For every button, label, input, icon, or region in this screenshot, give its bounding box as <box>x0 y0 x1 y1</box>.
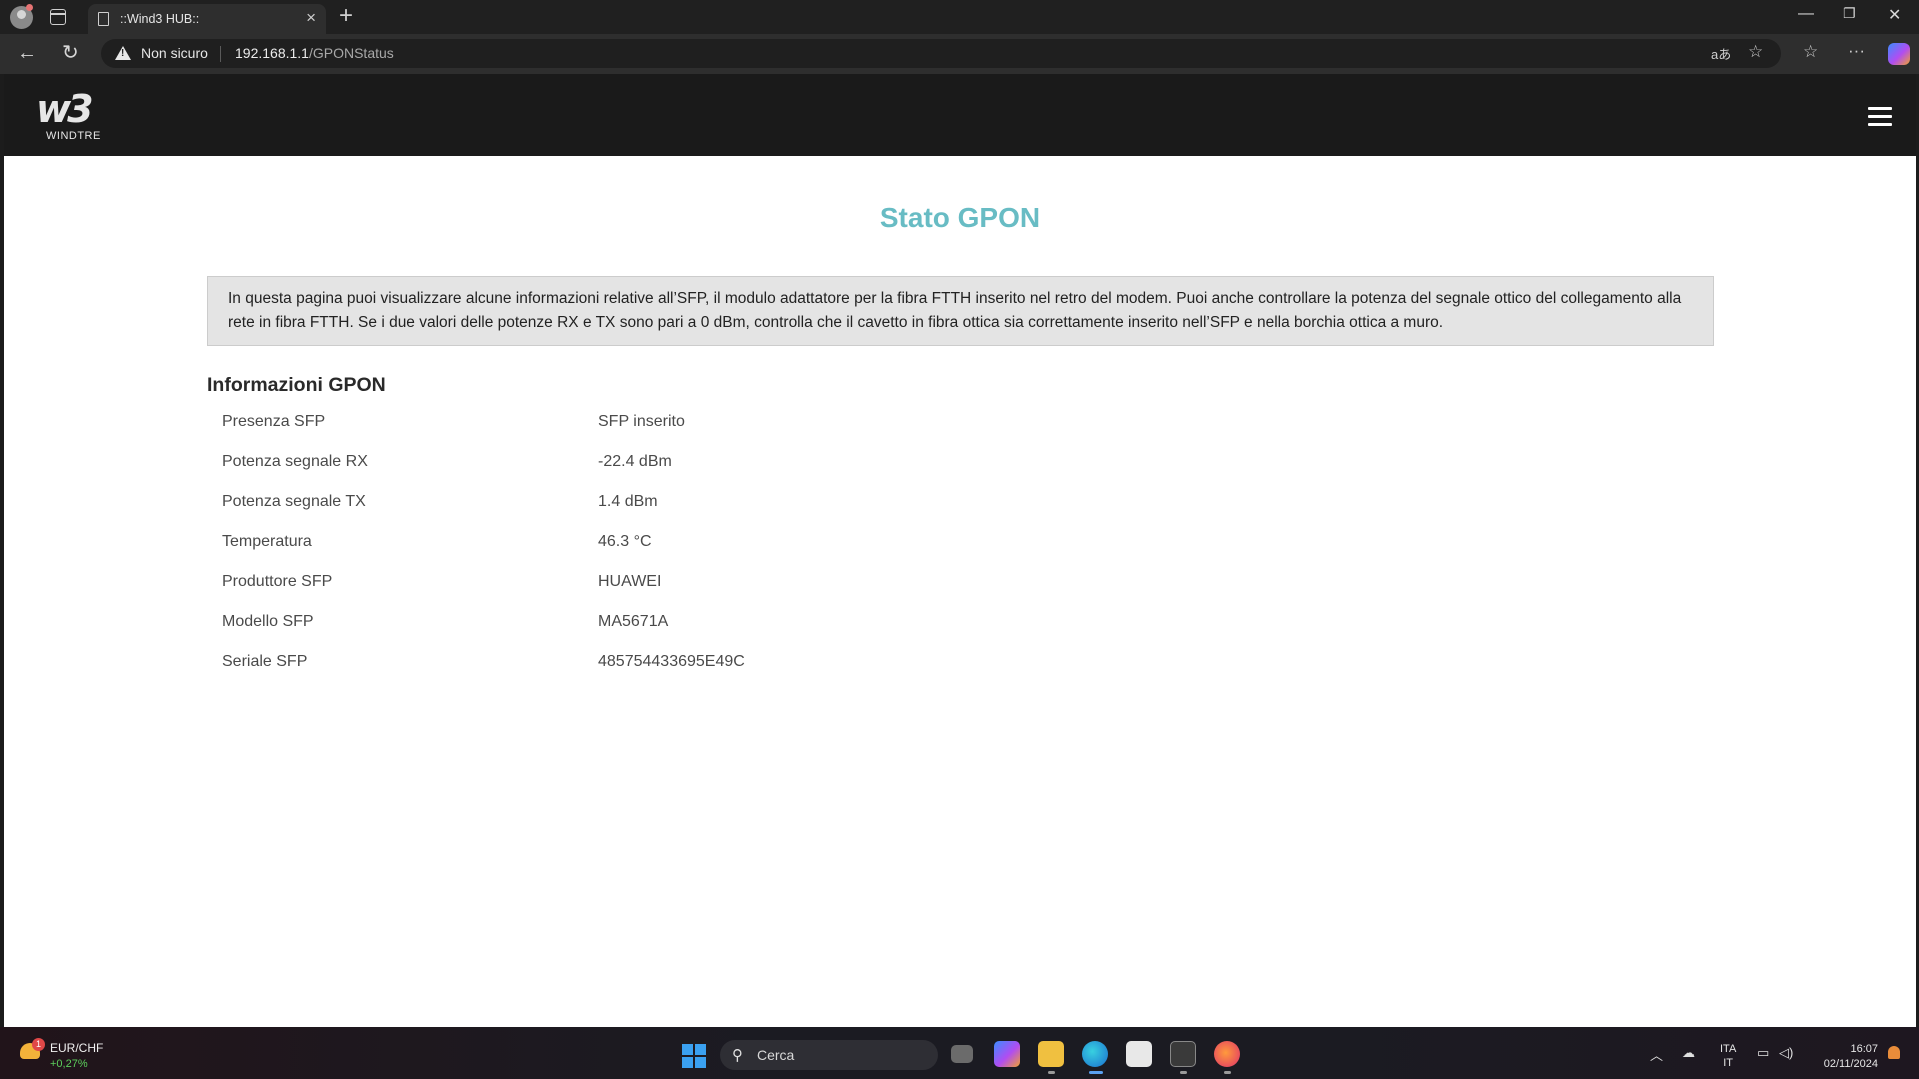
taskbar-search[interactable]: ⚲ Cerca <box>720 1040 938 1070</box>
copilot-app-icon[interactable] <box>994 1041 1020 1067</box>
favorite-star-icon[interactable]: ☆ <box>1748 42 1763 62</box>
info-label: Seriale SFP <box>222 653 308 670</box>
info-row-tx-power: Potenza segnale TX 1.4 dBm <box>207 483 1107 523</box>
widget-badge: 1 <box>32 1038 45 1051</box>
more-menu-icon[interactable]: ··· <box>1848 41 1865 61</box>
back-icon[interactable]: ← <box>17 42 37 64</box>
info-label: Temperatura <box>222 533 312 550</box>
info-row-sfp-model: Modello SFP MA5671A <box>207 603 1107 643</box>
info-value: -22.4 dBm <box>598 453 672 470</box>
volume-icon[interactable]: ◁) <box>1779 1045 1793 1061</box>
page-viewport: w3 WINDTRE Stato GPON In questa pagina p… <box>4 74 1916 1027</box>
info-row-rx-power: Potenza segnale RX -22.4 dBm <box>207 443 1107 483</box>
clock-time: 16:07 <box>1850 1043 1878 1055</box>
minimize-icon[interactable]: — <box>1798 5 1814 23</box>
browser-toolbar: ← ↻ Non sicuro 192.168.1.1/GPONStatus aあ… <box>0 34 1919 74</box>
system-clock[interactable]: 16:07 02/11/2024 <box>1808 1042 1878 1072</box>
url-text[interactable]: 192.168.1.1/GPONStatus <box>235 45 394 61</box>
refresh-icon[interactable]: ↻ <box>62 42 79 64</box>
info-value: 1.4 dBm <box>598 493 658 510</box>
section-title: Informazioni GPON <box>207 374 386 396</box>
language-top: ITA <box>1720 1043 1737 1055</box>
show-hidden-icons-chevron-icon[interactable]: ︿ <box>1650 1045 1663 1064</box>
security-label[interactable]: Non sicuro <box>141 45 208 61</box>
windows-start-icon[interactable] <box>682 1044 706 1068</box>
language-bottom: IT <box>1723 1057 1734 1069</box>
browser-tab-bar: ::Wind3 HUB:: × + — ❐ ✕ <box>0 0 1919 34</box>
notification-bell-icon[interactable] <box>1888 1046 1900 1059</box>
url-path: /GPONStatus <box>308 45 394 61</box>
info-label: Potenza segnale TX <box>222 493 366 510</box>
language-indicator[interactable]: ITA IT <box>1720 1042 1736 1070</box>
info-label: Presenza SFP <box>222 413 326 430</box>
info-box: In questa pagina puoi visualizzare alcun… <box>207 276 1714 346</box>
info-row-sfp-serial: Seriale SFP 485754433695E49C <box>207 643 1107 683</box>
address-bar[interactable]: Non sicuro 192.168.1.1/GPONStatus aあ ☆ <box>101 39 1781 68</box>
active-indicator <box>1089 1071 1103 1074</box>
terminal-app-icon[interactable] <box>1170 1041 1196 1067</box>
browser-tab[interactable]: ::Wind3 HUB:: × <box>88 4 326 34</box>
info-row-sfp-vendor: Produttore SFP HUAWEI <box>207 563 1107 603</box>
running-indicator <box>1048 1071 1055 1074</box>
windtre-logo-icon[interactable]: w3 <box>36 90 94 128</box>
page-icon <box>98 12 109 26</box>
info-label: Modello SFP <box>222 613 314 630</box>
info-value: HUAWEI <box>598 573 662 590</box>
tab-close-icon[interactable]: × <box>306 9 316 26</box>
info-row-temperature: Temperatura 46.3 °C <box>207 523 1107 563</box>
task-view-icon[interactable] <box>951 1045 973 1063</box>
store-icon[interactable] <box>1126 1041 1152 1067</box>
new-tab-icon[interactable]: + <box>339 2 353 30</box>
info-value: MA5671A <box>598 613 669 630</box>
search-icon: ⚲ <box>732 1047 743 1064</box>
hamburger-menu-icon[interactable] <box>1868 107 1892 127</box>
running-indicator <box>1224 1071 1231 1074</box>
info-label: Produttore SFP <box>222 573 333 590</box>
profile-notification-dot <box>26 4 33 11</box>
widget-change: +0,27% <box>50 1058 88 1070</box>
logo-text: WINDTRE <box>46 130 101 142</box>
info-value: 46.3 °C <box>598 533 652 550</box>
firefox-icon[interactable] <box>1214 1041 1240 1067</box>
widget-title[interactable]: EUR/CHF <box>50 1041 103 1055</box>
info-row-sfp-presence: Presenza SFP SFP inserito <box>207 403 1107 443</box>
info-value: SFP inserito <box>598 413 685 430</box>
tab-actions-icon[interactable] <box>50 9 66 25</box>
running-indicator <box>1180 1071 1187 1074</box>
site-header: w3 WINDTRE <box>4 74 1916 156</box>
taskbar: 1 EUR/CHF +0,27% ⚲ Cerca ︿ ☁ ITA IT ▭ ◁)… <box>0 1027 1919 1079</box>
page-title: Stato GPON <box>879 202 1041 233</box>
info-label: Potenza segnale RX <box>222 453 368 470</box>
info-value: 485754433695E49C <box>598 653 745 670</box>
search-placeholder: Cerca <box>757 1047 795 1063</box>
close-window-icon[interactable]: ✕ <box>1888 5 1901 25</box>
edge-browser-icon[interactable] <box>1082 1041 1108 1067</box>
file-explorer-icon[interactable] <box>1038 1041 1064 1067</box>
onedrive-icon[interactable]: ☁ <box>1682 1045 1695 1061</box>
read-aloud-icon[interactable]: aあ <box>1711 44 1731 63</box>
url-host: 192.168.1.1 <box>235 45 309 61</box>
warning-icon <box>115 46 131 60</box>
clock-date: 02/11/2024 <box>1823 1058 1878 1070</box>
network-icon[interactable]: ▭ <box>1757 1045 1769 1061</box>
tab-title: ::Wind3 HUB:: <box>120 12 200 26</box>
address-separator <box>220 46 221 62</box>
copilot-icon[interactable] <box>1888 43 1910 65</box>
restore-icon[interactable]: ❐ <box>1843 5 1856 22</box>
favorites-icon[interactable]: ☆ <box>1803 42 1818 62</box>
